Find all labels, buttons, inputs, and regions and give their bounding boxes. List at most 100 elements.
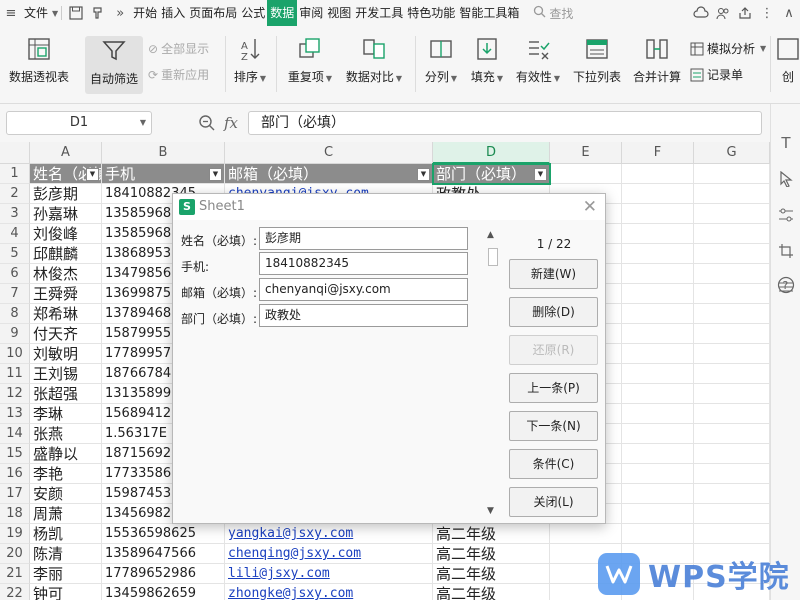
table-cell-a[interactable]: 李琳	[30, 404, 102, 424]
row-header[interactable]: 9	[0, 324, 30, 344]
reapply-button[interactable]: ⟳ 重新应用	[148, 66, 209, 83]
fx-icon[interactable]: fx	[224, 114, 238, 132]
table-cell-c[interactable]: zhongke@jsxy.com	[225, 584, 433, 600]
formula-input[interactable]: 部门（必填）	[248, 111, 762, 135]
tab-formulas[interactable]: 公式	[239, 0, 267, 26]
table-cell-f[interactable]	[622, 364, 694, 384]
table-cell-f[interactable]	[622, 384, 694, 404]
scroll-up-arrow-icon[interactable]: ▲	[487, 230, 494, 240]
row-header[interactable]: 12	[0, 384, 30, 404]
data-compare-button[interactable]: 数据对比 ▼	[342, 26, 406, 102]
table-cell-a[interactable]: 王舜舜	[30, 284, 102, 304]
hamburger-menu-icon[interactable]: ≡	[2, 4, 20, 22]
consolidate-button[interactable]: 合并计算	[630, 26, 684, 102]
table-cell-f[interactable]	[622, 344, 694, 364]
table-cell-a[interactable]: 周萧	[30, 504, 102, 524]
row-header[interactable]: 3	[0, 204, 30, 224]
table-cell-g[interactable]	[694, 524, 770, 544]
zoom-search-icon[interactable]	[198, 114, 216, 135]
table-cell-g[interactable]	[694, 184, 770, 204]
filter-dropdown-icon[interactable]: ▼	[86, 168, 99, 181]
tab-page-layout[interactable]: 页面布局	[187, 0, 239, 26]
help-icon[interactable]: ?	[777, 276, 795, 294]
table-cell-f[interactable]	[622, 444, 694, 464]
cloud-sync-icon[interactable]	[692, 4, 710, 22]
table-cell-a[interactable]: 王刘锡	[30, 364, 102, 384]
format-painter-icon[interactable]	[89, 4, 107, 22]
header-cell-b[interactable]: 手机 ▼	[102, 164, 225, 184]
sort-button[interactable]: AZ 排序 ▼	[230, 26, 270, 102]
table-cell-f[interactable]	[622, 504, 694, 524]
table-cell-g[interactable]	[694, 204, 770, 224]
table-cell-a[interactable]: 李艳	[30, 464, 102, 484]
criteria-button[interactable]: 条件(C)	[509, 449, 598, 479]
text-to-columns-button[interactable]: 分列 ▼	[420, 26, 462, 102]
row-header[interactable]: 15	[0, 444, 30, 464]
tab-view[interactable]: 视图	[325, 0, 353, 26]
table-cell-a[interactable]: 彭彦期	[30, 184, 102, 204]
tab-review[interactable]: 审阅	[297, 0, 325, 26]
save-icon[interactable]	[67, 4, 85, 22]
header-cell-f[interactable]	[622, 164, 694, 184]
table-cell-g[interactable]	[694, 444, 770, 464]
email-field[interactable]: chenyanqi@jsxy.com	[259, 278, 468, 301]
row-header[interactable]: 8	[0, 304, 30, 324]
select-all-corner[interactable]	[0, 142, 30, 164]
column-header-c[interactable]: C	[225, 142, 433, 164]
table-cell-e[interactable]	[550, 524, 622, 544]
chevron-down-icon[interactable]: ▼	[52, 9, 58, 18]
tab-special[interactable]: 特色功能	[405, 0, 457, 26]
next-record-button[interactable]: 下一条(N)	[509, 411, 598, 441]
table-cell-g[interactable]	[694, 324, 770, 344]
duplicates-button[interactable]: 重复项 ▼	[282, 26, 338, 102]
column-header-a[interactable]: A	[30, 142, 102, 164]
what-if-analysis-button[interactable]: 模拟分析 ▼	[690, 40, 766, 57]
name-box[interactable]: D1 ▼	[6, 111, 152, 135]
table-cell-a[interactable]: 杨凯	[30, 524, 102, 544]
table-cell-f[interactable]	[622, 184, 694, 204]
table-cell-c[interactable]: lili@jsxy.com	[225, 564, 433, 584]
tab-home[interactable]: 开始	[131, 0, 159, 26]
text-format-icon[interactable]: T	[777, 134, 795, 152]
table-cell-g[interactable]	[694, 224, 770, 244]
row-header[interactable]: 18	[0, 504, 30, 524]
tab-smart-tools[interactable]: 智能工具箱	[457, 0, 521, 26]
menu-file[interactable]: 文件	[22, 0, 50, 26]
table-cell-g[interactable]	[694, 264, 770, 284]
header-cell-g[interactable]	[694, 164, 770, 184]
table-cell-a[interactable]: 钟可	[30, 584, 102, 600]
table-cell-g[interactable]	[694, 304, 770, 324]
table-cell-f[interactable]	[622, 204, 694, 224]
row-header[interactable]: 6	[0, 264, 30, 284]
table-cell-f[interactable]	[622, 264, 694, 284]
more-options-icon[interactable]: ⋮	[758, 4, 776, 22]
scroll-down-arrow-icon[interactable]: ▼	[487, 506, 494, 516]
tab-insert[interactable]: 插入	[159, 0, 187, 26]
table-cell-a[interactable]: 李丽	[30, 564, 102, 584]
select-pointer-icon[interactable]	[777, 170, 795, 188]
row-header[interactable]: 4	[0, 224, 30, 244]
table-cell-a[interactable]: 陈清	[30, 544, 102, 564]
filter-dropdown-icon[interactable]: ▼	[534, 168, 547, 181]
table-cell-a[interactable]: 盛静以	[30, 444, 102, 464]
table-cell-c[interactable]: yangkai@jsxy.com	[225, 524, 433, 544]
table-cell-g[interactable]	[694, 484, 770, 504]
fill-button[interactable]: 填充 ▼	[466, 26, 508, 102]
delete-record-button[interactable]: 删除(D)	[509, 297, 598, 327]
search-box[interactable]: 查找	[533, 5, 573, 22]
tab-data[interactable]: 数据	[267, 0, 298, 26]
table-cell-b[interactable]: 13589647566	[102, 544, 225, 564]
table-cell-d[interactable]: 高二年级	[433, 524, 550, 544]
create-button[interactable]: 创	[776, 26, 800, 102]
table-cell-g[interactable]	[694, 284, 770, 304]
scrollbar-thumb[interactable]	[488, 248, 498, 266]
crop-icon[interactable]	[777, 242, 795, 260]
table-cell-a[interactable]: 刘俊峰	[30, 224, 102, 244]
table-cell-f[interactable]	[622, 244, 694, 264]
row-header[interactable]: 19	[0, 524, 30, 544]
table-cell-f[interactable]	[622, 404, 694, 424]
row-header[interactable]: 17	[0, 484, 30, 504]
table-cell-a[interactable]: 刘敏明	[30, 344, 102, 364]
row-header[interactable]: 1	[0, 164, 30, 184]
table-cell-a[interactable]: 付天齐	[30, 324, 102, 344]
